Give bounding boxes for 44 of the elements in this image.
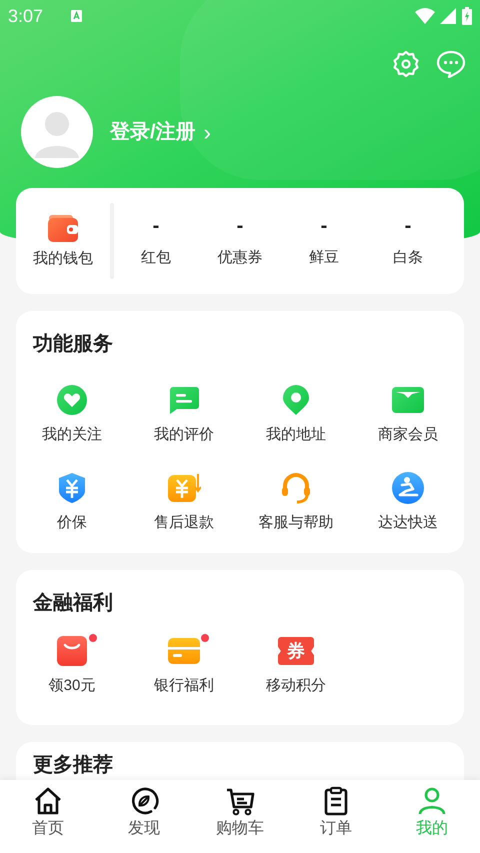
nav-tab[interactable]: 发现 xyxy=(96,780,192,853)
avatar-icon[interactable] xyxy=(21,96,93,168)
message-icon[interactable] xyxy=(436,50,466,78)
wallet-button[interactable]: 我的钱包 xyxy=(16,211,110,271)
wifi-icon xyxy=(415,8,435,24)
home-icon xyxy=(33,786,63,816)
keyboard-icon xyxy=(71,10,82,22)
service-item[interactable]: 银行福利 xyxy=(128,634,240,696)
section-title: 金融福利 xyxy=(32,591,114,616)
signal-icon xyxy=(440,8,456,24)
wallet-stat[interactable]: - 鲜豆 xyxy=(282,212,366,270)
card-icon xyxy=(392,384,424,416)
wallet-stat[interactable]: - 红包 xyxy=(114,212,198,270)
service-item[interactable]: 我的关注 xyxy=(16,383,128,445)
battery-icon xyxy=(462,7,472,25)
service-item[interactable]: 商家会员 xyxy=(352,383,464,445)
service-item[interactable]: 领30元 xyxy=(16,634,128,696)
wallet-icon xyxy=(48,215,78,242)
headset-icon xyxy=(280,472,312,504)
nav-tab[interactable]: 购物车 xyxy=(192,780,288,853)
refund-icon xyxy=(168,472,200,504)
person-icon xyxy=(417,786,447,816)
service-item[interactable]: 达达快送 xyxy=(352,471,464,533)
cart-icon xyxy=(225,786,255,816)
comment-icon xyxy=(168,384,200,416)
shopping-bag-icon xyxy=(56,635,88,667)
coupon-icon: 券 xyxy=(278,637,314,665)
nav-tab[interactable]: 首页 xyxy=(0,780,96,853)
service-item[interactable]: 我的评价 xyxy=(128,383,240,445)
service-item[interactable]: 客服与帮助 xyxy=(240,471,352,533)
service-item[interactable]: 我的地址 xyxy=(240,383,352,445)
service-item[interactable]: 券 移动积分 xyxy=(240,634,352,696)
section-title: 更多推荐 xyxy=(32,753,114,778)
wallet-stat[interactable]: - 白条 xyxy=(366,212,450,270)
wallet-stat[interactable]: - 优惠券 xyxy=(198,212,282,270)
nav-tab[interactable]: 订单 xyxy=(288,780,384,853)
section-title: 功能服务 xyxy=(32,332,114,357)
service-item[interactable]: 价保 xyxy=(16,471,128,533)
courier-icon xyxy=(392,472,424,504)
settings-icon[interactable] xyxy=(392,50,420,78)
bank-card-icon xyxy=(168,635,200,667)
status-time: 3:07 xyxy=(8,4,44,28)
service-item[interactable]: 售后退款 xyxy=(128,471,240,533)
compass-icon xyxy=(129,786,159,816)
